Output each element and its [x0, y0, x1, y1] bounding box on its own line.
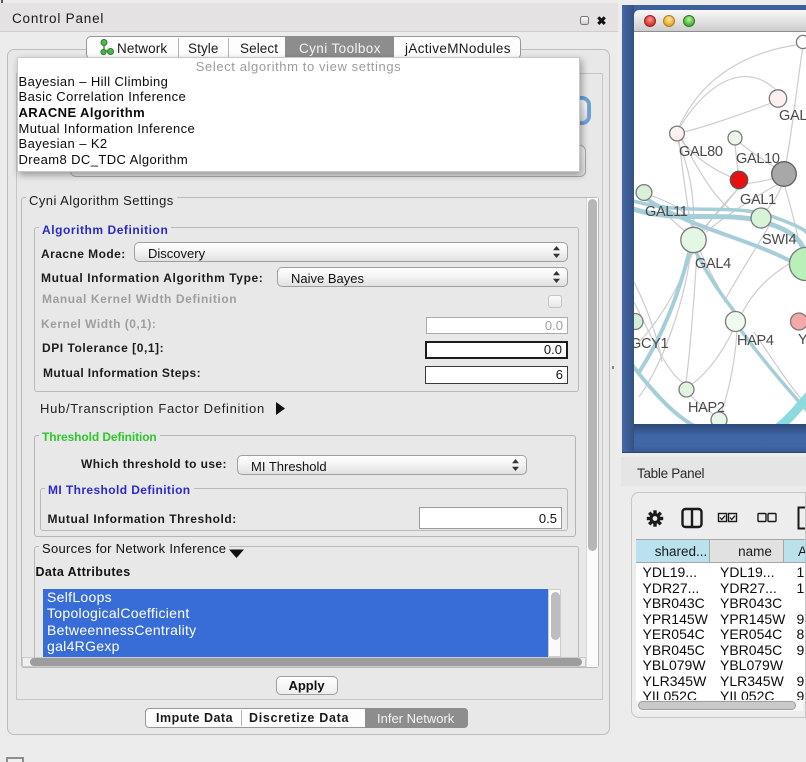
svg-text:GCY1: GCY1: [634, 336, 669, 352]
svg-text:GAL4: GAL4: [695, 256, 731, 272]
svg-text:HAP4: HAP4: [737, 333, 774, 349]
svg-text:GAL80: GAL80: [679, 144, 723, 160]
svg-text:SWI4: SWI4: [762, 232, 796, 248]
svg-text:GAL11: GAL11: [645, 204, 688, 220]
svg-text:GAL2: GAL2: [779, 108, 806, 124]
svg-text:Y: Y: [798, 332, 806, 348]
svg-text:GAL10: GAL10: [736, 151, 780, 167]
svg-text:GAL1: GAL1: [740, 192, 776, 208]
svg-text:HAP2: HAP2: [688, 400, 725, 416]
